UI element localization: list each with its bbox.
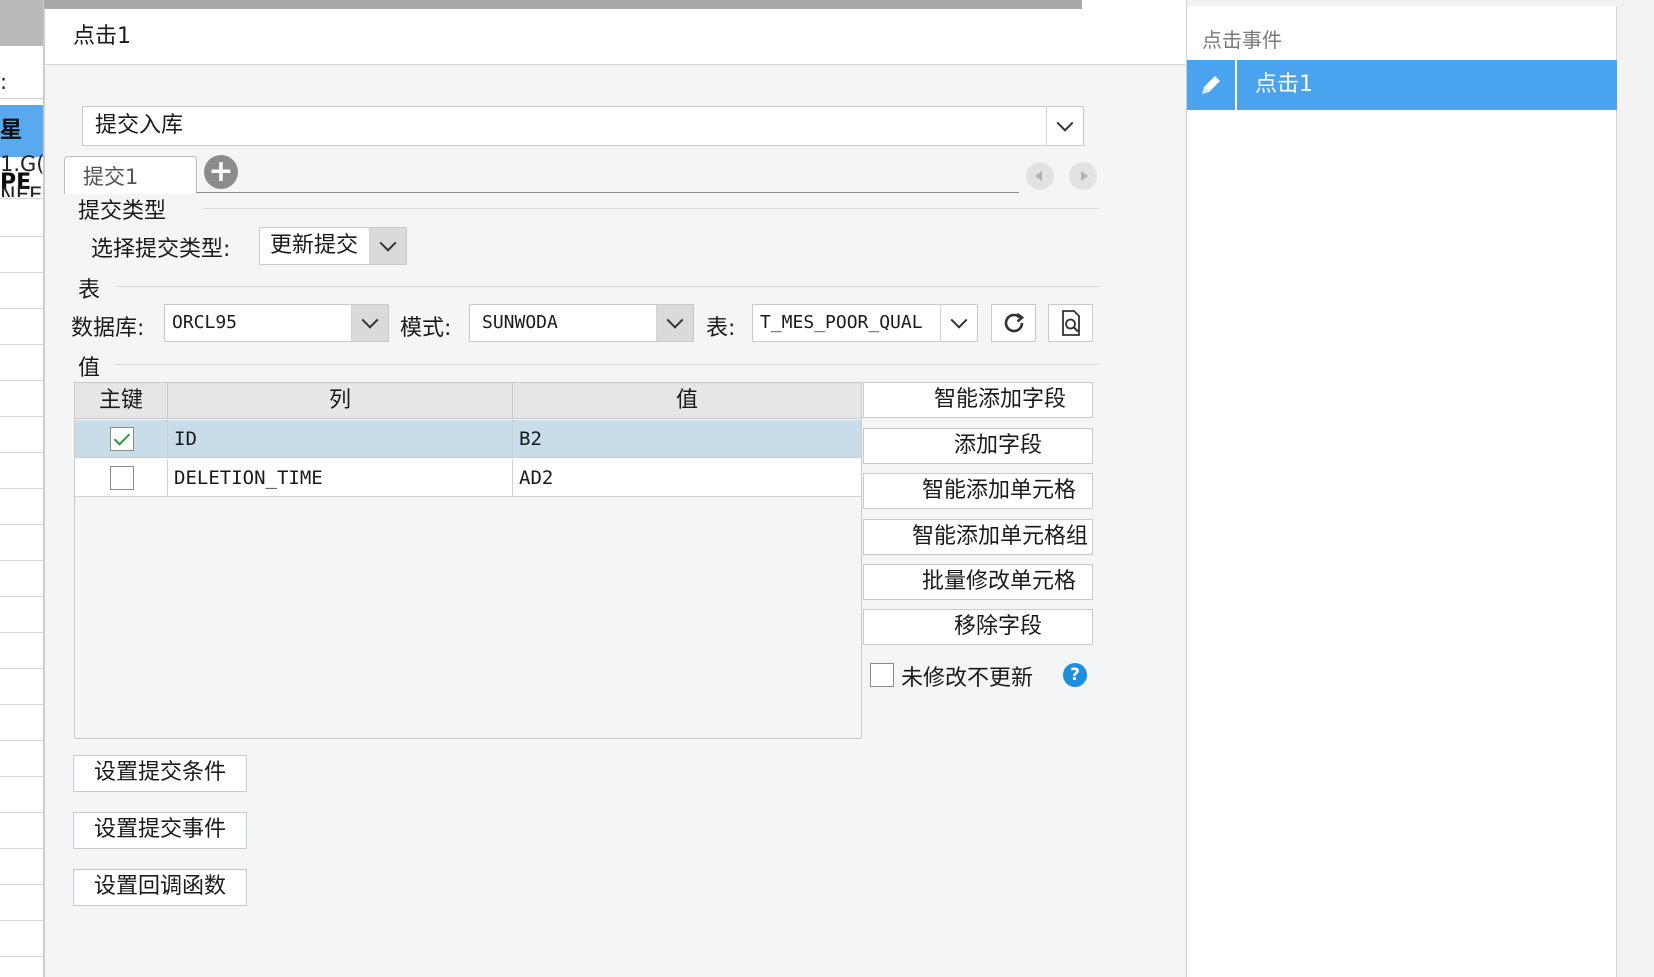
dialog-title: 点击1: [45, 9, 1187, 65]
pk-cell: [75, 459, 168, 497]
refresh-icon: [1004, 312, 1024, 333]
section-divider: [115, 286, 1099, 287]
dialog-top-strip: [44, 0, 1082, 9]
table-row[interactable]: DELETION_TIME AD2: [75, 459, 861, 497]
table-label: 表:: [706, 316, 736, 341]
pencil-icon[interactable]: [1187, 60, 1237, 110]
column-cell[interactable]: DELETION_TIME: [168, 459, 513, 497]
table-select[interactable]: T_MES_POOR_QUAL: [752, 304, 978, 342]
schema-label: 模式:: [400, 316, 452, 341]
value-cell[interactable]: B2: [513, 420, 861, 458]
sheet-selected-cell[interactable]: 星PE: [0, 105, 43, 195]
section-table: 表: [78, 278, 101, 303]
section-value: 值: [78, 356, 101, 381]
chevron-down-icon[interactable]: [351, 305, 388, 341]
set-submit-event-button[interactable]: 设置提交事件: [73, 812, 247, 849]
preview-icon: [1061, 310, 1080, 336]
add-tab-icon[interactable]: +: [204, 155, 238, 189]
no-update-unmodified-label: 未修改不更新: [901, 666, 1034, 691]
chevron-down-icon[interactable]: [940, 305, 977, 341]
column-cell[interactable]: ID: [168, 420, 513, 458]
section-divider: [115, 364, 1099, 365]
action-type-value: 提交入库: [95, 113, 184, 138]
set-submit-condition-button[interactable]: 设置提交条件: [73, 755, 247, 792]
submit-type-value: 更新提交: [270, 233, 359, 258]
header-value[interactable]: 值: [513, 383, 861, 419]
sheet-divider: [0, 98, 43, 99]
primary-key-checkbox[interactable]: [110, 466, 134, 490]
submit-type-label: 选择提交类型:: [91, 237, 231, 262]
background-spreadsheet: : 星PE 1.G( NEE: [0, 0, 44, 977]
preview-table-button[interactable]: [1048, 304, 1093, 342]
batch-edit-cell-button[interactable]: 批量修改单元格: [863, 564, 1093, 600]
event-list: 点击事件 点击1: [1187, 6, 1617, 977]
value-cell[interactable]: AD2: [513, 459, 861, 497]
no-update-unmodified-checkbox[interactable]: [870, 663, 894, 687]
table-row[interactable]: ID B2: [75, 420, 861, 458]
event-item-label: 点击1: [1255, 72, 1313, 97]
remove-field-button[interactable]: 移除字段: [863, 609, 1093, 645]
tab-prev-icon[interactable]: [1026, 162, 1054, 190]
smart-add-field-button[interactable]: 智能添加字段: [863, 382, 1093, 418]
chevron-down-icon[interactable]: [656, 305, 693, 341]
action-type-select[interactable]: 提交入库: [82, 106, 1084, 146]
tab-next-icon[interactable]: [1069, 162, 1097, 190]
smart-add-cell-button[interactable]: 智能添加单元格: [863, 473, 1093, 509]
header-primary-key[interactable]: 主键: [75, 383, 168, 419]
primary-key-checkbox[interactable]: [110, 427, 134, 451]
sheet-header-fragment: :: [0, 70, 8, 94]
section-submit-type: 提交类型: [78, 199, 167, 224]
tab-submit-1[interactable]: 提交1: [64, 156, 197, 194]
section-divider: [203, 208, 1099, 209]
chevron-down-icon[interactable]: [1046, 107, 1083, 145]
smart-add-cell-group-button[interactable]: 智能添加单元格组: [863, 519, 1093, 555]
event-item-click1[interactable]: 点击1: [1187, 60, 1617, 110]
pk-cell: [75, 420, 168, 458]
sheet-cell[interactable]: 1.G(: [0, 152, 43, 176]
submit-type-select[interactable]: 更新提交: [259, 227, 407, 265]
database-label: 数据库:: [71, 316, 145, 341]
schema-select[interactable]: SUNWODA: [469, 304, 694, 342]
submit-dialog: 点击1 提交入库 提交1 + 提交类型 选择提交类型: 更新提交 表 数据库: …: [44, 9, 1187, 977]
event-list-header: 点击事件: [1202, 28, 1282, 52]
add-field-button[interactable]: 添加字段: [863, 428, 1093, 464]
sheet-cell[interactable]: NEE: [0, 183, 42, 197]
field-mapping-table: 主键 列 值 ID B2 DELETION_TIME AD2: [74, 382, 862, 739]
event-panel: 点击事件 点击1: [1186, 0, 1654, 977]
header-column[interactable]: 列: [168, 383, 513, 419]
table-value: T_MES_POOR_QUAL: [760, 312, 923, 333]
tab-baseline: [197, 192, 1019, 193]
database-select[interactable]: ORCL95: [164, 304, 389, 342]
database-value: ORCL95: [172, 312, 238, 333]
chevron-down-icon[interactable]: [369, 228, 406, 264]
refresh-button[interactable]: [991, 304, 1036, 342]
set-callback-button[interactable]: 设置回调函数: [73, 869, 247, 906]
help-icon[interactable]: ?: [1063, 663, 1087, 687]
schema-value: SUNWODA: [482, 312, 558, 333]
sheet-toolbar: [0, 0, 43, 46]
